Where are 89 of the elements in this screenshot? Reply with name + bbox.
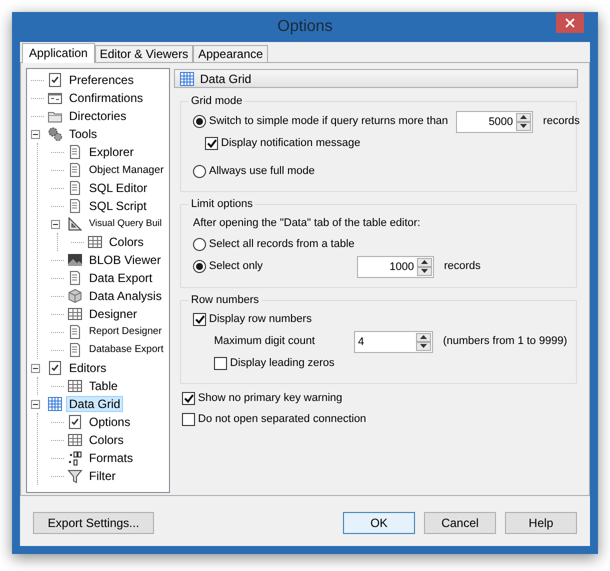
group-label: Row numbers bbox=[190, 293, 260, 307]
unit-label: records bbox=[543, 114, 580, 130]
tree-item[interactable]: Report Designer bbox=[86, 324, 165, 340]
tree-item[interactable]: SQL Script bbox=[86, 198, 150, 214]
document-icon bbox=[67, 324, 83, 340]
dialog-button[interactable]: Cancel bbox=[424, 512, 496, 534]
checkbox[interactable] bbox=[193, 313, 206, 326]
tree-item[interactable]: Data Export bbox=[86, 270, 156, 286]
checkbox-label[interactable]: Display leading zeros bbox=[230, 355, 335, 372]
checkbox[interactable] bbox=[205, 137, 218, 150]
document-icon bbox=[67, 162, 83, 178]
checkbox-label[interactable]: Display notification message bbox=[221, 135, 360, 152]
tab[interactable]: Appearance bbox=[193, 45, 268, 62]
radio-label[interactable]: Switch to simple mode if query returns more than bbox=[209, 113, 448, 130]
dialog-button[interactable]: Export Settings... bbox=[33, 512, 154, 534]
tab[interactable]: Application bbox=[22, 43, 95, 63]
radio-button[interactable] bbox=[193, 238, 206, 251]
cube-icon bbox=[67, 288, 83, 304]
checklist-icon bbox=[67, 414, 83, 430]
checklist-icon bbox=[47, 72, 63, 88]
instruction-text: After opening the "Data" tab of the table editor: bbox=[193, 216, 420, 232]
dialog-button[interactable]: OK bbox=[343, 512, 415, 534]
tree-item[interactable]: Directories bbox=[66, 108, 130, 124]
radio-button[interactable] bbox=[193, 260, 206, 273]
checkbox[interactable] bbox=[182, 413, 195, 426]
checklist-icon bbox=[47, 360, 63, 376]
check-icon bbox=[194, 315, 204, 324]
checkbox[interactable] bbox=[214, 357, 227, 370]
radio-label[interactable]: Select only bbox=[209, 258, 349, 275]
grid-icon bbox=[87, 234, 103, 250]
collapse-icon[interactable] bbox=[31, 130, 40, 138]
checkbox-label[interactable]: Do not open separated connection bbox=[198, 411, 366, 428]
window-title: Options bbox=[277, 17, 333, 37]
radio-button[interactable] bbox=[193, 165, 206, 178]
checkbox-label[interactable]: Display row numbers bbox=[209, 311, 312, 328]
grid-icon bbox=[67, 306, 83, 322]
tree-item[interactable]: Formats bbox=[86, 450, 136, 466]
tree-item[interactable]: Tools bbox=[66, 126, 100, 142]
document-icon bbox=[67, 270, 83, 286]
collapse-icon[interactable] bbox=[51, 220, 60, 228]
tree-item[interactable]: Filter bbox=[86, 468, 119, 484]
group-label: Limit options bbox=[190, 197, 254, 211]
tree-item[interactable]: Explorer bbox=[86, 144, 137, 160]
close-button[interactable] bbox=[556, 12, 584, 32]
field-label: Maximum digit count bbox=[214, 334, 316, 350]
dots-icon bbox=[67, 450, 83, 466]
unit-label: records bbox=[444, 259, 481, 274]
document-icon bbox=[67, 198, 83, 214]
grid-icon bbox=[67, 432, 83, 448]
unit-label: (numbers from 1 to 9999) bbox=[443, 334, 568, 350]
tree-item[interactable]: Preferences bbox=[66, 72, 137, 88]
document-icon bbox=[67, 342, 83, 358]
radio-label[interactable]: Allways use full mode bbox=[209, 163, 315, 180]
grid-icon bbox=[47, 396, 63, 412]
panel-title: Data Grid bbox=[200, 70, 252, 88]
tree-item[interactable]: Data Analysis bbox=[86, 288, 165, 304]
tree-item[interactable]: Colors bbox=[106, 234, 147, 250]
checkbox-label[interactable]: Show no primary key warning bbox=[198, 390, 342, 407]
grid-icon bbox=[179, 70, 195, 86]
window-icon bbox=[47, 90, 63, 106]
tree-item[interactable]: Table bbox=[86, 378, 121, 394]
radio-button[interactable] bbox=[193, 115, 206, 128]
tree-item[interactable]: Object Manager bbox=[86, 162, 167, 178]
tree-item[interactable]: BLOB Viewer bbox=[86, 252, 164, 268]
tree-item[interactable]: SQL Editor bbox=[86, 180, 150, 196]
collapse-icon[interactable] bbox=[31, 400, 40, 408]
group-label: Grid mode bbox=[190, 94, 244, 108]
grid-icon bbox=[67, 378, 83, 394]
check-icon bbox=[184, 394, 194, 403]
checkbox[interactable] bbox=[182, 392, 195, 405]
filter-icon bbox=[67, 468, 83, 484]
tree-item[interactable]: Editors bbox=[66, 360, 110, 376]
image-icon bbox=[67, 252, 83, 268]
radio-label[interactable]: Select all records from a table bbox=[209, 236, 355, 253]
tab[interactable]: Editor & Viewers bbox=[94, 45, 194, 62]
tree-item[interactable]: Database Export bbox=[86, 342, 166, 358]
close-icon bbox=[565, 18, 575, 28]
collapse-icon[interactable] bbox=[31, 364, 40, 372]
dialog-button[interactable]: Help bbox=[505, 512, 577, 534]
gear-icon bbox=[47, 126, 63, 142]
tree-item[interactable]: Visual Query Buil bbox=[86, 216, 165, 232]
document-icon bbox=[67, 180, 83, 196]
tree-item[interactable]: Data Grid bbox=[66, 396, 124, 412]
tree-item[interactable]: Colors bbox=[86, 432, 127, 448]
tree-item[interactable]: Designer bbox=[86, 306, 140, 322]
document-icon bbox=[67, 144, 83, 160]
tree-item[interactable]: Confirmations bbox=[66, 90, 146, 106]
check-icon bbox=[206, 139, 216, 148]
tree-item[interactable]: Options bbox=[86, 414, 134, 430]
